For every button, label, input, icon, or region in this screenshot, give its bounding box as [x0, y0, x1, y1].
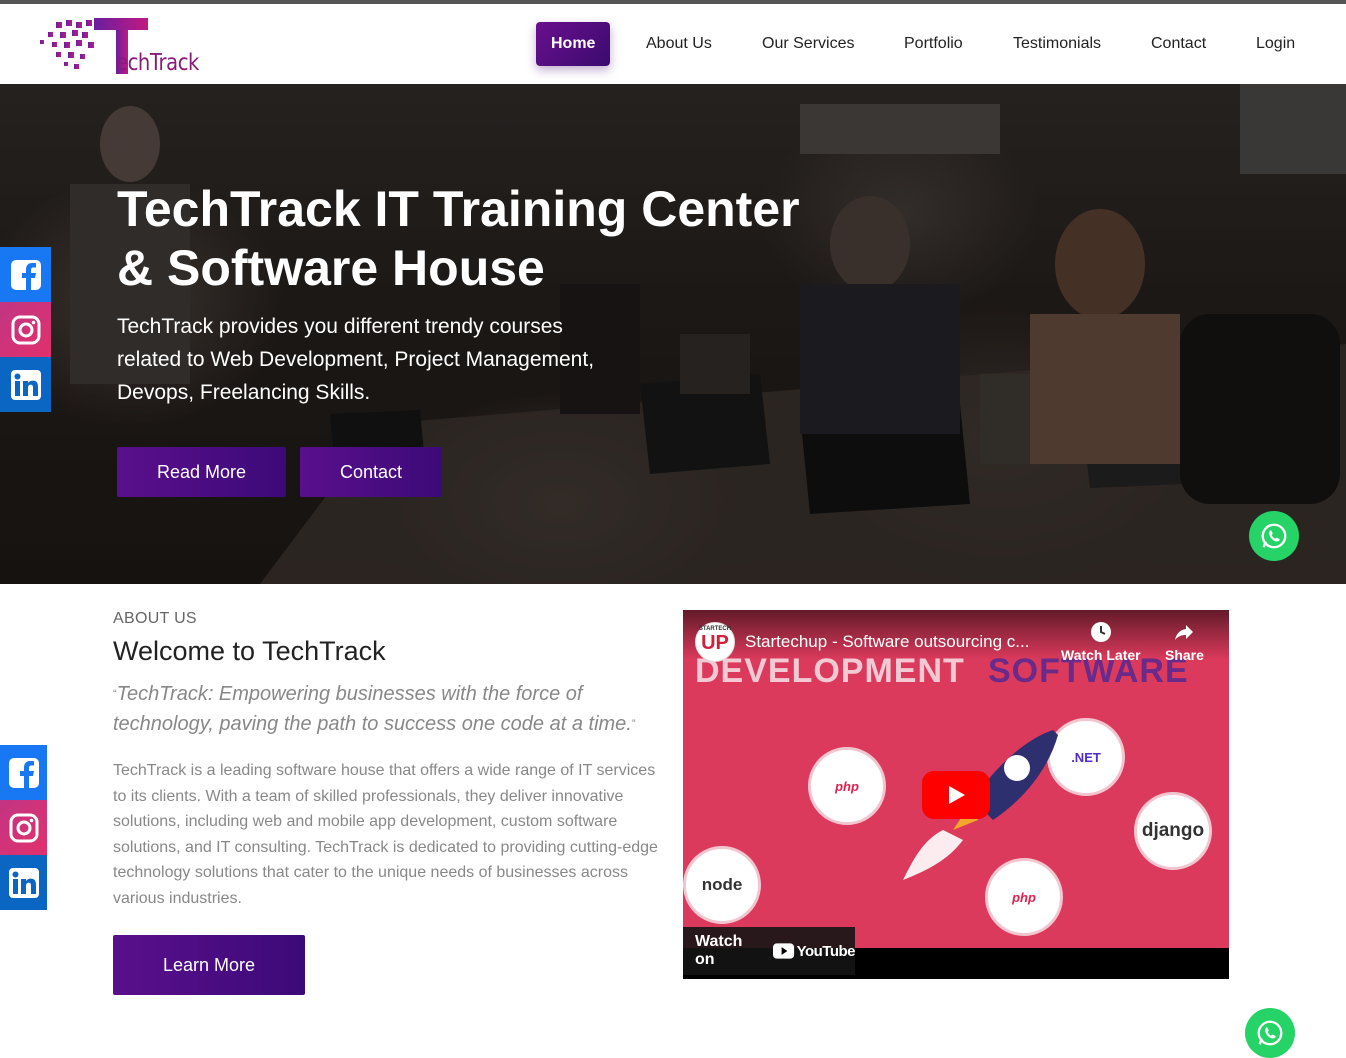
site-header: echTrack Home About Us Our Services Port… — [0, 4, 1346, 84]
node-label: node — [701, 875, 743, 894]
facebook-link[interactable] — [0, 745, 47, 800]
nav-contact[interactable]: Contact — [1151, 22, 1206, 66]
watch-later-button[interactable]: Watch Later — [1061, 620, 1141, 663]
hero-subtitle-line2: related to Web Development, Project Mana… — [117, 348, 595, 371]
share-arrow-icon — [1175, 625, 1194, 640]
whatsapp-button-page[interactable] — [1245, 1008, 1295, 1058]
youtube-video-embed[interactable]: DEVELOPMENT SOFTWARE STARTECH UP Startec… — [683, 610, 1229, 979]
hero-contact-button[interactable]: Contact — [300, 447, 442, 497]
social-sidebar-hero — [0, 247, 51, 412]
facebook-icon — [8, 757, 39, 788]
nav-about-us[interactable]: About Us — [646, 22, 712, 66]
instagram-icon — [9, 813, 38, 842]
laravel-php-badge: php — [808, 747, 886, 825]
watch-on-youtube-button[interactable]: Watch on YouTube — [683, 927, 856, 975]
hero-banner: TechTrack IT Training Center & Software … — [0, 84, 1346, 584]
channel-badge: UP — [701, 632, 729, 654]
linkedin-link[interactable] — [0, 357, 51, 412]
django-badge: django — [1134, 792, 1212, 870]
nav-login[interactable]: Login — [1256, 22, 1295, 66]
php-label: php — [835, 778, 859, 794]
instagram-link[interactable] — [0, 302, 51, 357]
nav-testimonials[interactable]: Testimonials — [1013, 22, 1101, 66]
nav-home[interactable]: Home — [536, 22, 611, 66]
nav-our-services[interactable]: Our Services — [762, 22, 854, 66]
facebook-link[interactable] — [0, 247, 51, 302]
whatsapp-button-hero[interactable] — [1249, 511, 1299, 561]
instagram-icon — [11, 315, 40, 344]
whatsapp-icon — [1257, 1020, 1283, 1046]
hero-title-line2: & Software House — [117, 240, 545, 296]
hero-subtitle-line1: TechTrack provides you different trendy … — [117, 315, 563, 338]
linkedin-icon — [8, 867, 39, 898]
hero-subtitle-line3: Devops, Freelancing Skills. — [117, 381, 371, 404]
nodejs-badge: node — [683, 846, 761, 924]
about-section-label: ABOUT US — [113, 610, 197, 627]
thumbnail-word-development: DEVELOPMENT — [695, 652, 965, 690]
youtube-wordmark: YouTube — [796, 942, 856, 960]
watch-later-label: Watch Later — [1061, 647, 1141, 663]
social-sidebar-about — [0, 745, 47, 910]
linkedin-icon — [10, 369, 41, 400]
play-icon — [949, 786, 965, 804]
whatsapp-icon — [1261, 523, 1287, 549]
channel-avatar[interactable]: STARTECH UP — [695, 622, 735, 662]
nav-portfolio[interactable]: Portfolio — [904, 22, 963, 66]
play-button[interactable] — [922, 771, 990, 819]
video-title[interactable]: Startechup - Software outsourcing c... — [745, 632, 1029, 652]
watch-on-label: Watch on — [695, 933, 743, 968]
hero-subtitle: TechTrack provides you different trendy … — [117, 310, 637, 409]
read-more-button[interactable]: Read More — [117, 447, 286, 497]
learn-more-button[interactable]: Learn More — [113, 935, 305, 995]
quote-text: TechTrack: Empowering businesses with th… — [113, 683, 632, 735]
share-label: Share — [1165, 647, 1204, 663]
hero-title: TechTrack IT Training Center & Software … — [117, 180, 857, 298]
about-title: Welcome to TechTrack — [113, 636, 386, 666]
about-quote: “TechTrack: Empowering businesses with t… — [113, 679, 673, 739]
hero-title-line1: TechTrack IT Training Center — [117, 181, 800, 237]
share-button[interactable]: Share — [1165, 620, 1204, 663]
clock-icon — [1090, 622, 1111, 642]
youtube-logo-icon — [773, 943, 795, 959]
django-label: django — [1141, 820, 1205, 841]
facebook-icon — [10, 259, 41, 290]
about-body-text: TechTrack is a leading software house th… — [113, 762, 658, 907]
linkedin-link[interactable] — [0, 855, 47, 910]
quote-close-mark: ” — [631, 718, 636, 730]
instagram-link[interactable] — [0, 800, 47, 855]
main-nav: Home About Us Our Services Portfolio Tes… — [0, 22, 1346, 66]
